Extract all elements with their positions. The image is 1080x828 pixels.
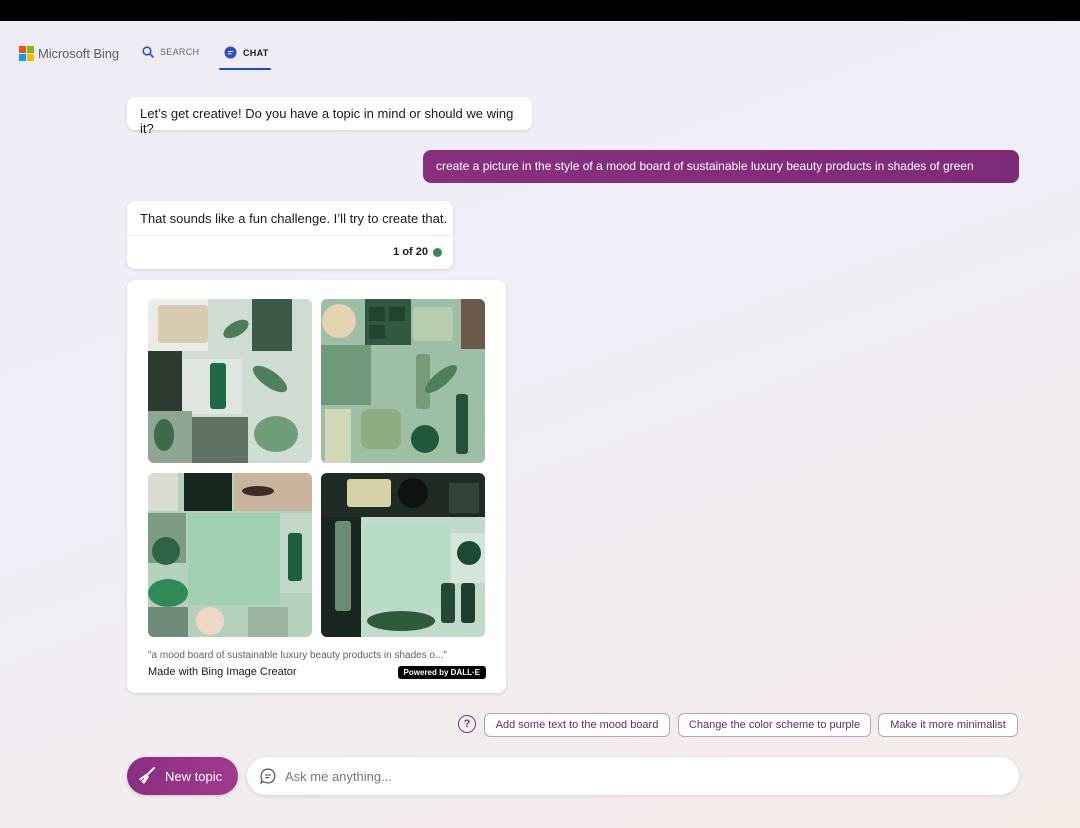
microsoft-logo-icon [19,46,34,61]
message-divider [127,235,453,236]
screen-top-bar [0,0,1080,21]
user-message: create a picture in the style of a mood … [423,150,1019,183]
tab-chat-label: CHAT [243,47,269,58]
image-caption: "a mood board of sustainable luxury beau… [148,650,447,661]
bot-message-text: That sounds like a fun challenge. I’ll t… [140,211,448,226]
tab-chat[interactable]: CHAT [224,46,269,59]
tab-search-label: SEARCH [160,47,200,57]
new-topic-button[interactable]: New topic [127,757,238,795]
bot-message: Let’s get creative! Do you have a topic … [127,97,532,136]
tab-search[interactable]: SEARCH [142,46,199,58]
suggestion-chip[interactable]: Change the color scheme to purple [678,713,871,737]
search-icon [142,46,154,58]
new-topic-label: New topic [165,768,223,784]
generated-image-3[interactable] [148,473,312,637]
bot-message: That sounds like a fun challenge. I’ll t… [127,201,453,269]
broom-icon [139,767,155,784]
logo-text: Microsoft Bing [38,46,119,61]
bot-message-text: Let’s get creative! Do you have a topic … [140,106,514,136]
bing-logo[interactable]: Microsoft Bing [19,46,119,61]
dalle-badge: Powered by DALL·E [397,666,486,679]
generated-image-2[interactable] [321,299,485,463]
generated-image-4[interactable] [321,473,485,637]
status-dot-icon [433,247,442,257]
ask-input-box[interactable] [247,757,1019,795]
generated-image-card: "a mood board of sustainable luxury beau… [127,280,506,693]
ask-input[interactable] [285,766,985,786]
turn-counter: 1 of 20 [393,246,442,258]
chat-icon [224,46,237,59]
made-with-label[interactable]: Made with Bing Image Creator [148,666,297,678]
suggestion-chip[interactable]: Make it more minimalist [878,713,1018,737]
chat-bubble-icon [260,768,276,785]
turn-counter-text: 1 of 20 [393,246,428,258]
suggestion-chip[interactable]: Add some text to the mood board [484,713,670,737]
active-tab-indicator [219,68,271,70]
help-icon[interactable]: ? [458,715,476,733]
generated-image-1[interactable] [148,299,312,463]
user-message-text: create a picture in the style of a mood … [436,159,974,173]
header: Microsoft Bing SEARCH CHAT [0,21,1080,71]
